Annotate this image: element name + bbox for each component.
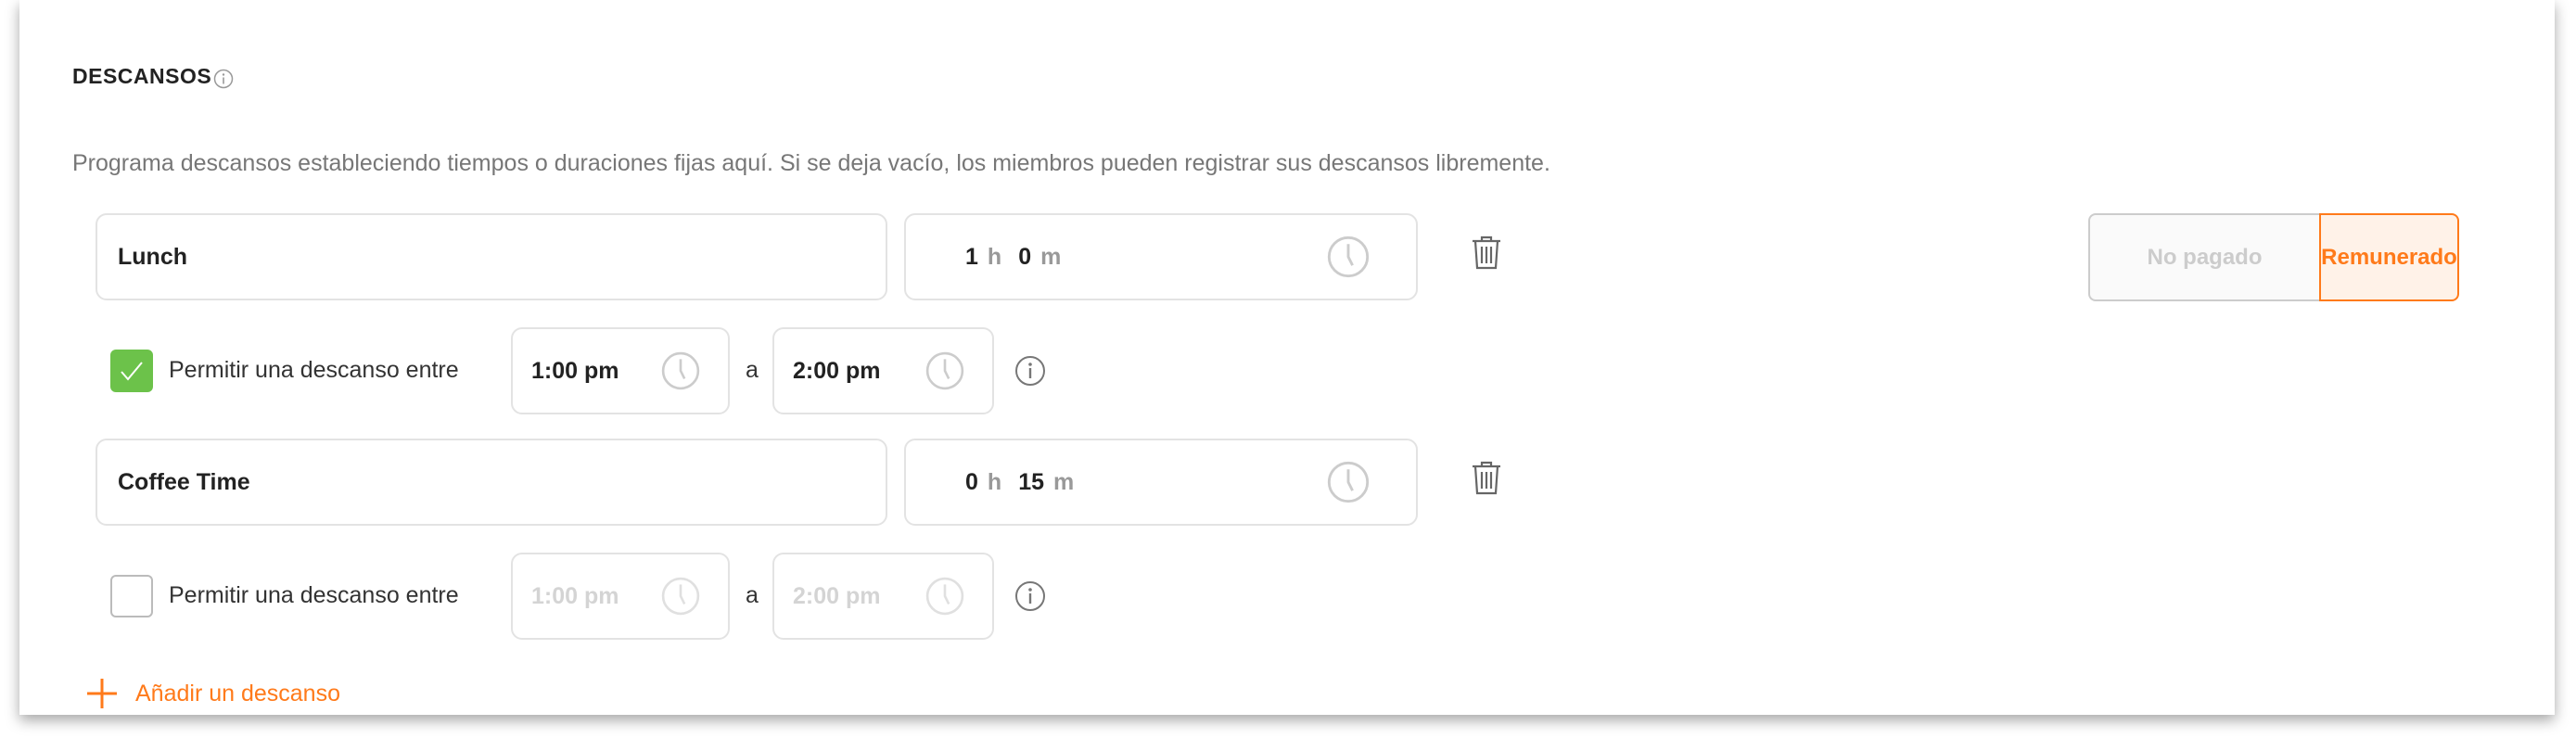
break-name-input[interactable]: Lunch bbox=[96, 213, 887, 300]
start-time-input[interactable]: 1:00 pm bbox=[511, 327, 730, 414]
window-label: Permitir una descanso entre bbox=[169, 582, 459, 608]
end-time-value: 2:00 pm bbox=[793, 582, 881, 609]
paid-option[interactable]: Remunerado bbox=[2319, 213, 2459, 301]
info-icon[interactable] bbox=[1014, 580, 1046, 612]
add-break-label: Añadir un descanso bbox=[135, 680, 340, 706]
unpaid-option[interactable]: No pagado bbox=[2088, 213, 2319, 301]
start-time-value: 1:00 pm bbox=[531, 582, 619, 609]
hours-unit: h bbox=[987, 243, 1002, 270]
minutes-unit: m bbox=[1053, 468, 1075, 495]
section-title-text: DESCANSOS bbox=[72, 63, 212, 88]
break-duration-input[interactable]: 0h 15 m bbox=[904, 439, 1418, 526]
pay-toggle[interactable]: No pagado Remunerado bbox=[2088, 213, 2459, 301]
start-time-input[interactable]: 1:00 pm bbox=[511, 553, 730, 640]
range-separator: a bbox=[746, 582, 759, 608]
window-info[interactable] bbox=[1014, 580, 1046, 617]
end-time-value: 2:00 pm bbox=[793, 357, 881, 384]
clock-icon[interactable] bbox=[925, 577, 964, 616]
minutes-value: 0 bbox=[1018, 243, 1032, 270]
plus-icon bbox=[87, 679, 117, 708]
hours-unit: h bbox=[987, 468, 1002, 495]
break-name-input[interactable]: Coffee Time bbox=[96, 439, 887, 526]
clock-icon[interactable] bbox=[1327, 235, 1370, 278]
hours-value: 0 bbox=[965, 468, 978, 495]
clock-icon[interactable] bbox=[925, 351, 964, 390]
break-name-value: Coffee Time bbox=[118, 468, 250, 495]
trash-icon[interactable] bbox=[1470, 234, 1503, 271]
break-duration-input[interactable]: 1h 0m bbox=[904, 213, 1418, 300]
trash-icon[interactable] bbox=[1470, 459, 1503, 496]
start-time-value: 1:00 pm bbox=[531, 357, 619, 384]
section-description: Programa descansos estableciendo tiempos… bbox=[72, 150, 1550, 176]
range-separator: a bbox=[746, 357, 759, 383]
delete-break-button[interactable] bbox=[1470, 234, 1503, 275]
check-icon bbox=[121, 362, 143, 381]
minutes-value: 15 bbox=[1018, 468, 1044, 495]
delete-break-button[interactable] bbox=[1470, 459, 1503, 501]
end-time-input[interactable]: 2:00 pm bbox=[772, 553, 994, 640]
add-break-button[interactable]: Añadir un descanso bbox=[85, 677, 340, 710]
clock-icon[interactable] bbox=[661, 351, 700, 390]
minutes-unit: m bbox=[1040, 243, 1062, 270]
info-icon[interactable] bbox=[213, 69, 234, 89]
window-checkbox[interactable] bbox=[110, 350, 153, 392]
window-checkbox[interactable] bbox=[110, 575, 153, 617]
clock-icon[interactable] bbox=[661, 577, 700, 616]
clock-icon[interactable] bbox=[1327, 461, 1370, 503]
window-info[interactable] bbox=[1014, 355, 1046, 391]
window-label: Permitir una descanso entre bbox=[169, 357, 459, 383]
hours-value: 1 bbox=[965, 243, 978, 270]
end-time-input[interactable]: 2:00 pm bbox=[772, 327, 994, 414]
section-title: DESCANSOS bbox=[72, 63, 234, 89]
break-name-value: Lunch bbox=[118, 243, 187, 270]
info-icon[interactable] bbox=[1014, 355, 1046, 387]
